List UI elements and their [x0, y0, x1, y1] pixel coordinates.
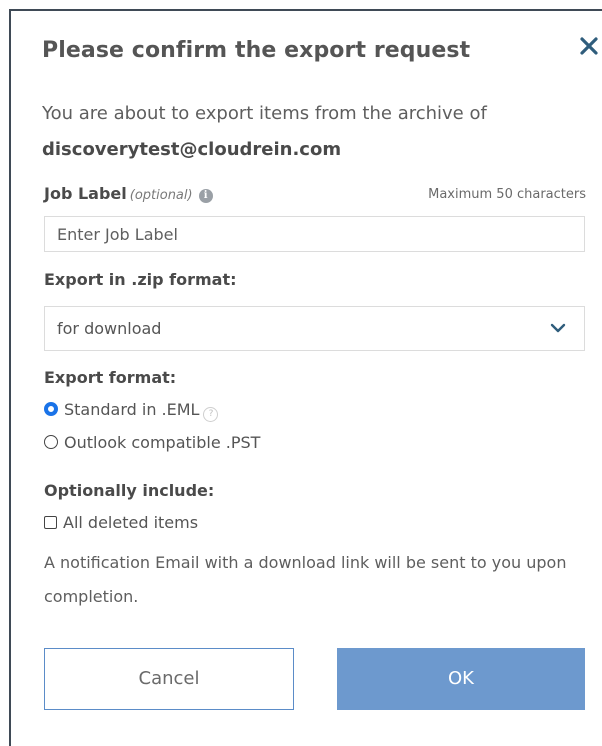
radio-standard-eml[interactable]: Standard in .EML?: [44, 400, 219, 424]
radio-button-checked[interactable]: [44, 402, 58, 416]
ok-button[interactable]: OK: [337, 648, 585, 710]
export-confirm-dialog: Please confirm the export request You ar…: [9, 9, 602, 746]
dialog-title: Please confirm the export request: [42, 38, 471, 63]
all-deleted-items-label: All deleted items: [63, 513, 199, 532]
export-format-heading: Export format:: [44, 368, 177, 387]
checkbox-all-deleted-items[interactable]: All deleted items: [44, 513, 198, 537]
radio-outlook-pst-label: Outlook compatible .PST: [64, 433, 261, 452]
chevron-down-icon: [550, 323, 566, 333]
radio-standard-eml-label: Standard in .EML: [64, 400, 200, 419]
optionally-include-heading: Optionally include:: [44, 481, 215, 500]
radio-button-unchecked[interactable]: [44, 435, 58, 449]
archive-email: discoverytest@cloudrein.com: [42, 139, 342, 160]
radio-outlook-pst[interactable]: Outlook compatible .PST: [44, 433, 260, 457]
info-icon[interactable]: i: [198, 189, 213, 203]
notification-notice: A notification Email with a download lin…: [44, 553, 567, 606]
checkbox[interactable]: [44, 516, 57, 529]
max-characters-hint: Maximum 50 characters: [428, 187, 586, 202]
close-button[interactable]: [576, 33, 602, 59]
zip-format-heading: Export in .zip format:: [44, 270, 237, 289]
cancel-button[interactable]: Cancel: [44, 648, 294, 710]
zip-format-select[interactable]: for download: [44, 306, 585, 351]
close-icon: [580, 37, 598, 55]
job-label-title: Job Label: [44, 184, 127, 203]
job-label-input[interactable]: [44, 216, 585, 252]
job-label-row: Job Label (optional) i Maximum 50 characte…: [44, 184, 586, 208]
question-icon[interactable]: ?: [203, 407, 219, 422]
optional-tag: (optional): [129, 188, 193, 203]
zip-format-selected-value: for download: [57, 319, 162, 338]
intro-sentence: You are about to export items from the a…: [42, 103, 487, 124]
intro-text: You are about to export items from the a…: [42, 96, 582, 168]
